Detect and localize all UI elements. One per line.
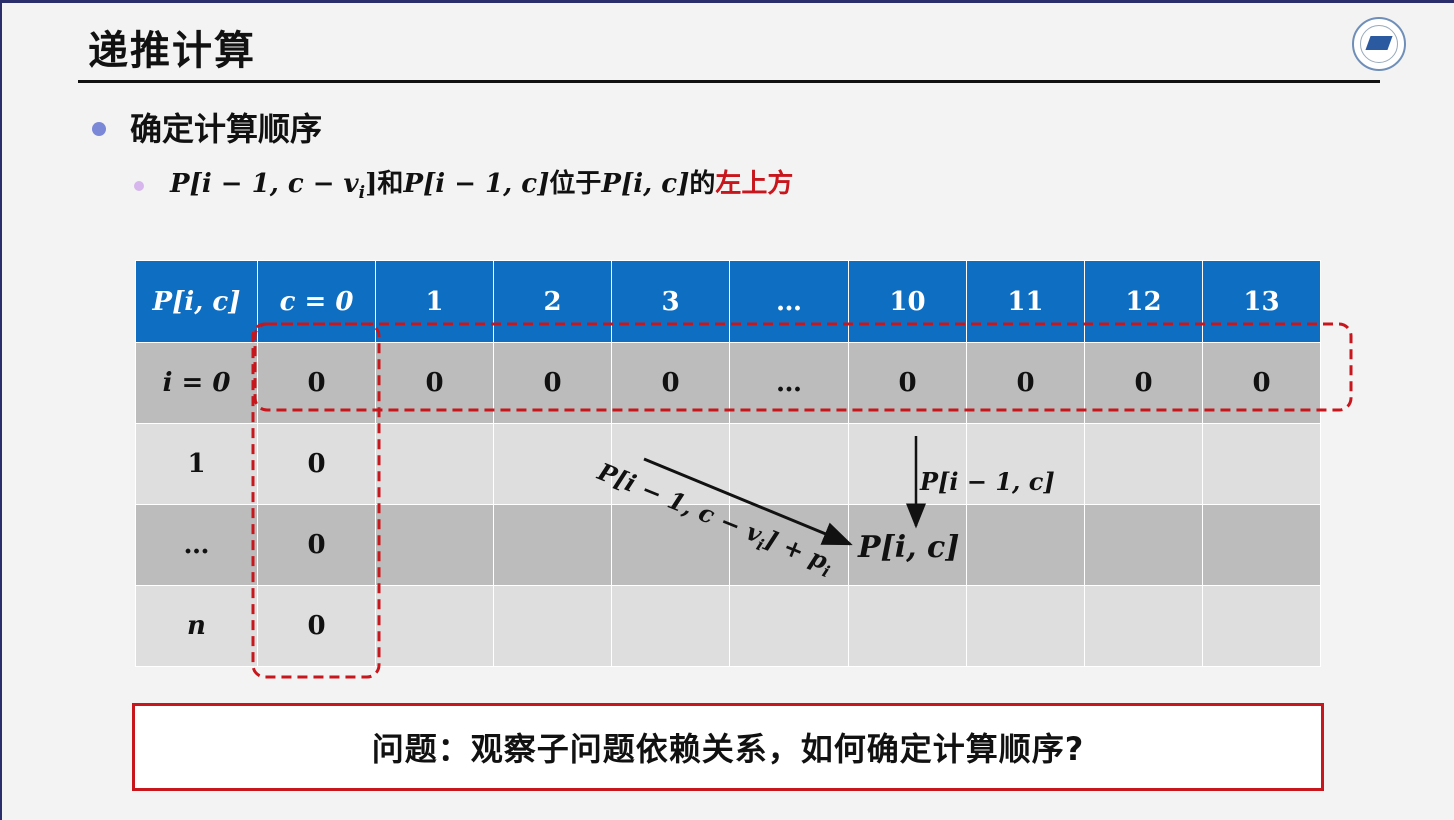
dependency-overlay: P[i − 1, c − vi] + pi P[i − 1, c] P[i, c…	[251, 322, 1353, 679]
diagonal-label-main: P[i − 1, c − v	[593, 456, 767, 549]
row-zero-highlight	[253, 322, 1353, 412]
diagonal-label-group: P[i − 1, c − vi] + pi	[591, 456, 837, 581]
question-box: 问题：观察子问题依赖关系，如何确定计算顺序?	[132, 703, 1324, 791]
diagonal-label: P[i − 1, c − vi] + pi	[591, 456, 837, 581]
question-text: 问题：观察子问题依赖关系，如何确定计算顺序?	[371, 730, 1085, 768]
column-zero-highlight	[251, 322, 381, 679]
target-cell-label: P[i, c]	[857, 530, 960, 565]
vertical-label: P[i − 1, c]	[919, 467, 1055, 496]
